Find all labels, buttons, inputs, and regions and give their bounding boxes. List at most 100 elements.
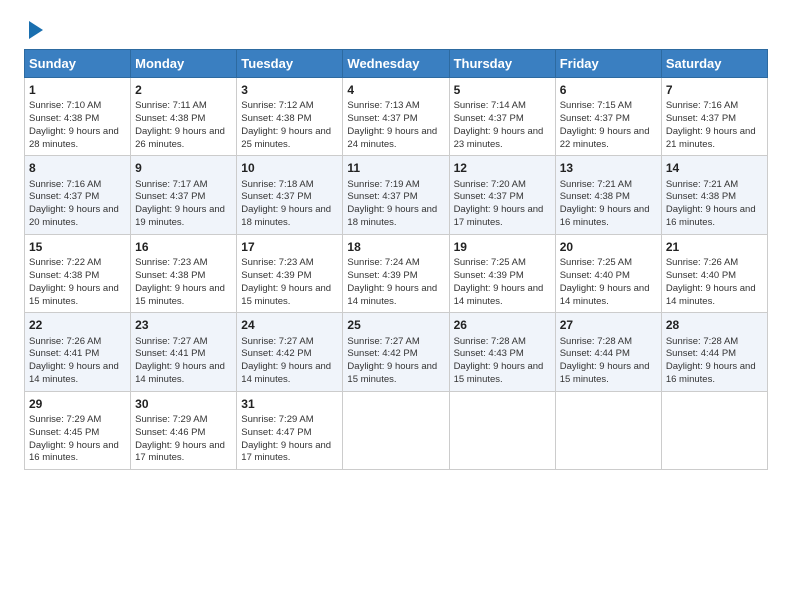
calendar-header-friday: Friday bbox=[555, 50, 661, 78]
calendar-cell bbox=[343, 391, 449, 469]
calendar-cell: 25 Sunrise: 7:27 AMSunset: 4:42 PMDayligh… bbox=[343, 313, 449, 391]
page-header bbox=[24, 20, 768, 39]
day-number: 23 bbox=[135, 317, 232, 333]
calendar-cell: 2 Sunrise: 7:11 AMSunset: 4:38 PMDaylight… bbox=[131, 78, 237, 156]
calendar-cell bbox=[449, 391, 555, 469]
calendar-cell: 16 Sunrise: 7:23 AMSunset: 4:38 PMDayligh… bbox=[131, 234, 237, 312]
day-number: 7 bbox=[666, 82, 763, 98]
cell-sunrise: Sunrise: 7:16 AMSunset: 4:37 PMDaylight:… bbox=[666, 100, 756, 149]
day-number: 11 bbox=[347, 160, 444, 176]
day-number: 25 bbox=[347, 317, 444, 333]
day-number: 29 bbox=[29, 396, 126, 412]
cell-sunrise: Sunrise: 7:24 AMSunset: 4:39 PMDaylight:… bbox=[347, 257, 437, 306]
cell-sunrise: Sunrise: 7:27 AMSunset: 4:42 PMDaylight:… bbox=[347, 336, 437, 385]
calendar-header-wednesday: Wednesday bbox=[343, 50, 449, 78]
calendar-cell bbox=[555, 391, 661, 469]
calendar-cell: 5 Sunrise: 7:14 AMSunset: 4:37 PMDaylight… bbox=[449, 78, 555, 156]
cell-sunrise: Sunrise: 7:28 AMSunset: 4:43 PMDaylight:… bbox=[454, 336, 544, 385]
cell-sunrise: Sunrise: 7:27 AMSunset: 4:41 PMDaylight:… bbox=[135, 336, 225, 385]
calendar-cell: 3 Sunrise: 7:12 AMSunset: 4:38 PMDaylight… bbox=[237, 78, 343, 156]
cell-sunrise: Sunrise: 7:27 AMSunset: 4:42 PMDaylight:… bbox=[241, 336, 331, 385]
day-number: 22 bbox=[29, 317, 126, 333]
calendar-header-sunday: Sunday bbox=[25, 50, 131, 78]
cell-sunrise: Sunrise: 7:19 AMSunset: 4:37 PMDaylight:… bbox=[347, 179, 437, 228]
calendar-cell: 14 Sunrise: 7:21 AMSunset: 4:38 PMDayligh… bbox=[661, 156, 767, 234]
day-number: 18 bbox=[347, 239, 444, 255]
calendar-cell: 19Sunrise: 7:25 AMSunset: 4:39 PMDayligh… bbox=[449, 234, 555, 312]
calendar-cell: 9 Sunrise: 7:17 AMSunset: 4:37 PMDaylight… bbox=[131, 156, 237, 234]
calendar-cell: 10 Sunrise: 7:18 AMSunset: 4:37 PMDayligh… bbox=[237, 156, 343, 234]
calendar-cell: 4 Sunrise: 7:13 AMSunset: 4:37 PMDaylight… bbox=[343, 78, 449, 156]
day-number: 1 bbox=[29, 82, 126, 98]
cell-sunrise: Sunrise: 7:26 AMSunset: 4:41 PMDaylight:… bbox=[29, 336, 119, 385]
calendar-cell: 13Sunrise: 7:21 AMSunset: 4:38 PMDayligh… bbox=[555, 156, 661, 234]
calendar-cell: 18 Sunrise: 7:24 AMSunset: 4:39 PMDayligh… bbox=[343, 234, 449, 312]
calendar-cell: 12 Sunrise: 7:20 AMSunset: 4:37 PMDayligh… bbox=[449, 156, 555, 234]
cell-sunrise: Sunrise: 7:29 AMSunset: 4:45 PMDaylight:… bbox=[29, 414, 119, 463]
cell-sunrise: Sunrise: 7:14 AMSunset: 4:37 PMDaylight:… bbox=[454, 100, 544, 149]
cell-sunrise: Sunrise: 7:10 AMSunset: 4:38 PMDaylight:… bbox=[29, 100, 119, 149]
cell-sunrise: Sunrise: 7:26 AMSunset: 4:40 PMDaylight:… bbox=[666, 257, 756, 306]
day-number: 5 bbox=[454, 82, 551, 98]
calendar-cell: 21Sunrise: 7:26 AMSunset: 4:40 PMDayligh… bbox=[661, 234, 767, 312]
calendar-header-tuesday: Tuesday bbox=[237, 50, 343, 78]
cell-sunrise: Sunrise: 7:23 AMSunset: 4:39 PMDaylight:… bbox=[241, 257, 331, 306]
calendar-cell: 23 Sunrise: 7:27 AMSunset: 4:41 PMDayligh… bbox=[131, 313, 237, 391]
cell-sunrise: Sunrise: 7:15 AMSunset: 4:37 PMDaylight:… bbox=[560, 100, 650, 149]
day-number: 8 bbox=[29, 160, 126, 176]
day-number: 27 bbox=[560, 317, 657, 333]
day-number: 2 bbox=[135, 82, 232, 98]
day-number: 15 bbox=[29, 239, 126, 255]
calendar-week-row: 1 Sunrise: 7:10 AMSunset: 4:38 PMDaylight… bbox=[25, 78, 768, 156]
day-number: 31 bbox=[241, 396, 338, 412]
cell-sunrise: Sunrise: 7:28 AMSunset: 4:44 PMDaylight:… bbox=[560, 336, 650, 385]
day-number: 9 bbox=[135, 160, 232, 176]
day-number: 4 bbox=[347, 82, 444, 98]
cell-sunrise: Sunrise: 7:20 AMSunset: 4:37 PMDaylight:… bbox=[454, 179, 544, 228]
calendar-header-row: SundayMondayTuesdayWednesdayThursdayFrid… bbox=[25, 50, 768, 78]
cell-sunrise: Sunrise: 7:11 AMSunset: 4:38 PMDaylight:… bbox=[135, 100, 225, 149]
calendar-cell: 22 Sunrise: 7:26 AMSunset: 4:41 PMDayligh… bbox=[25, 313, 131, 391]
calendar-week-row: 15Sunrise: 7:22 AMSunset: 4:38 PMDayligh… bbox=[25, 234, 768, 312]
day-number: 3 bbox=[241, 82, 338, 98]
cell-sunrise: Sunrise: 7:21 AMSunset: 4:38 PMDaylight:… bbox=[560, 179, 650, 228]
day-number: 28 bbox=[666, 317, 763, 333]
day-number: 10 bbox=[241, 160, 338, 176]
day-number: 6 bbox=[560, 82, 657, 98]
cell-sunrise: Sunrise: 7:29 AMSunset: 4:46 PMDaylight:… bbox=[135, 414, 225, 463]
calendar-week-row: 8 Sunrise: 7:16 AMSunset: 4:37 PMDaylight… bbox=[25, 156, 768, 234]
calendar-table: SundayMondayTuesdayWednesdayThursdayFrid… bbox=[24, 49, 768, 470]
calendar-cell: 11 Sunrise: 7:19 AMSunset: 4:37 PMDayligh… bbox=[343, 156, 449, 234]
calendar-cell: 6 Sunrise: 7:15 AMSunset: 4:37 PMDaylight… bbox=[555, 78, 661, 156]
calendar-cell: 8 Sunrise: 7:16 AMSunset: 4:37 PMDaylight… bbox=[25, 156, 131, 234]
day-number: 30 bbox=[135, 396, 232, 412]
cell-sunrise: Sunrise: 7:17 AMSunset: 4:37 PMDaylight:… bbox=[135, 179, 225, 228]
calendar-header-saturday: Saturday bbox=[661, 50, 767, 78]
day-number: 16 bbox=[135, 239, 232, 255]
calendar-cell: 26 Sunrise: 7:28 AMSunset: 4:43 PMDayligh… bbox=[449, 313, 555, 391]
calendar-cell: 15Sunrise: 7:22 AMSunset: 4:38 PMDayligh… bbox=[25, 234, 131, 312]
calendar-header-thursday: Thursday bbox=[449, 50, 555, 78]
calendar-cell: 30 Sunrise: 7:29 AMSunset: 4:46 PMDayligh… bbox=[131, 391, 237, 469]
calendar-cell: 1 Sunrise: 7:10 AMSunset: 4:38 PMDaylight… bbox=[25, 78, 131, 156]
cell-sunrise: Sunrise: 7:25 AMSunset: 4:39 PMDaylight:… bbox=[454, 257, 544, 306]
cell-sunrise: Sunrise: 7:28 AMSunset: 4:44 PMDaylight:… bbox=[666, 336, 756, 385]
day-number: 12 bbox=[454, 160, 551, 176]
day-number: 20 bbox=[560, 239, 657, 255]
calendar-cell: 31 Sunrise: 7:29 AMSunset: 4:47 PMDayligh… bbox=[237, 391, 343, 469]
calendar-week-row: 29 Sunrise: 7:29 AMSunset: 4:45 PMDayligh… bbox=[25, 391, 768, 469]
cell-sunrise: Sunrise: 7:16 AMSunset: 4:37 PMDaylight:… bbox=[29, 179, 119, 228]
day-number: 26 bbox=[454, 317, 551, 333]
cell-sunrise: Sunrise: 7:18 AMSunset: 4:37 PMDaylight:… bbox=[241, 179, 331, 228]
calendar-cell: 24 Sunrise: 7:27 AMSunset: 4:42 PMDayligh… bbox=[237, 313, 343, 391]
day-number: 24 bbox=[241, 317, 338, 333]
cell-sunrise: Sunrise: 7:13 AMSunset: 4:37 PMDaylight:… bbox=[347, 100, 437, 149]
cell-sunrise: Sunrise: 7:23 AMSunset: 4:38 PMDaylight:… bbox=[135, 257, 225, 306]
cell-sunrise: Sunrise: 7:29 AMSunset: 4:47 PMDaylight:… bbox=[241, 414, 331, 463]
calendar-cell bbox=[661, 391, 767, 469]
cell-sunrise: Sunrise: 7:12 AMSunset: 4:38 PMDaylight:… bbox=[241, 100, 331, 149]
day-number: 17 bbox=[241, 239, 338, 255]
cell-sunrise: Sunrise: 7:21 AMSunset: 4:38 PMDaylight:… bbox=[666, 179, 756, 228]
logo-arrow-icon bbox=[29, 21, 43, 39]
day-number: 14 bbox=[666, 160, 763, 176]
